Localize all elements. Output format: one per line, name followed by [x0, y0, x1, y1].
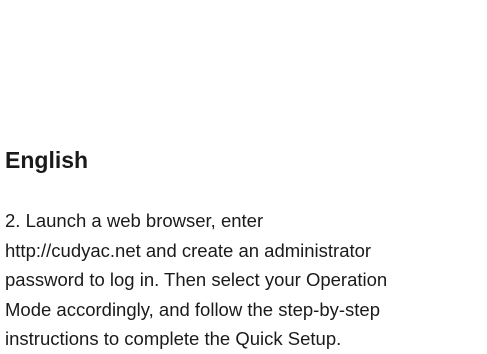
- instruction-line: 2. Launch a web browser, enter: [5, 210, 264, 231]
- setup-instruction-paragraph: 2. Launch a web browser, enter http://cu…: [5, 206, 485, 354]
- instruction-line: http://cudyac.net and create an administ…: [5, 239, 372, 261]
- section-heading: English: [5, 147, 89, 173]
- instruction-line: instructions to complete the Quick Setup…: [5, 328, 342, 349]
- instruction-line: Mode accordingly, and follow the step-by…: [5, 298, 380, 320]
- instruction-line: password to log in. Then select your Ope…: [5, 269, 388, 290]
- document-page: English 2. Launch a web browser, enter h…: [0, 0, 487, 354]
